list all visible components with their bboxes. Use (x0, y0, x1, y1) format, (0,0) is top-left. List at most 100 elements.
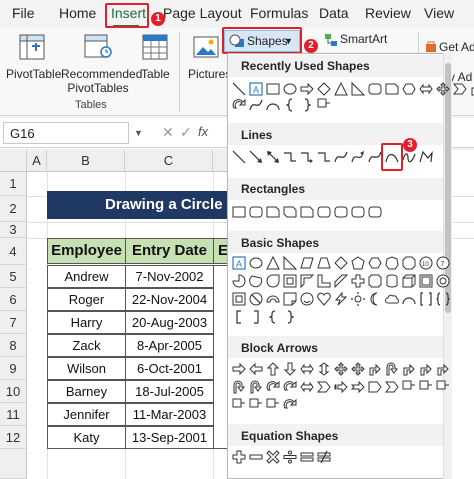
noteq-shape-icon[interactable] (316, 448, 331, 465)
row-header[interactable]: 10 (0, 380, 27, 403)
heart-shape-icon[interactable] (316, 290, 331, 307)
pivottable-button[interactable]: PivotTable (6, 32, 61, 92)
callout-shape-icon[interactable] (435, 378, 450, 395)
table-cell[interactable]: Wilson (47, 357, 126, 380)
larrow-shape-icon[interactable] (248, 360, 263, 377)
diagstripe-shape-icon[interactable] (333, 272, 348, 289)
row-header[interactable]: 2 (0, 196, 27, 222)
quad-shape-icon[interactable] (350, 360, 365, 377)
pentarrow-shape-icon[interactable] (367, 378, 382, 395)
bevel-shape-icon[interactable] (418, 272, 433, 289)
oval-shape-icon[interactable] (282, 80, 297, 97)
table-cell[interactable]: 7-Nov-2002 (125, 265, 214, 288)
bent-shape-icon[interactable] (435, 360, 450, 377)
quad-shape-icon[interactable] (333, 360, 348, 377)
uturn-shape-icon[interactable] (248, 378, 263, 395)
lbrace-shape-icon[interactable] (282, 96, 297, 113)
curve-shape-icon[interactable] (333, 148, 348, 165)
enter-icon[interactable]: ✓ (180, 124, 192, 141)
equal-shape-icon[interactable] (299, 448, 314, 465)
table-cell[interactable]: Andrew (47, 265, 126, 288)
callout-shape-icon[interactable] (231, 396, 246, 413)
tab-view[interactable]: View (424, 5, 454, 21)
curve-shape-icon[interactable] (248, 96, 263, 113)
snip-shape-icon[interactable] (265, 203, 280, 220)
arrow-shape-icon[interactable] (248, 148, 263, 165)
row-header[interactable]: 6 (0, 288, 27, 311)
snip2-shape-icon[interactable] (282, 203, 297, 220)
pent-shape-icon[interactable] (350, 254, 365, 271)
row-header[interactable]: 3 (0, 222, 27, 238)
diamond-shape-icon[interactable] (316, 80, 331, 97)
lshape-shape-icon[interactable] (316, 272, 331, 289)
div-shape-icon[interactable] (282, 448, 297, 465)
circarrow-shape-icon[interactable] (282, 378, 297, 395)
uturn-shape-icon[interactable] (384, 360, 399, 377)
donut-shape-icon[interactable] (435, 272, 450, 289)
plaque-shape-icon[interactable] (367, 272, 382, 289)
table-cell[interactable]: 11-Mar-2003 (125, 403, 214, 426)
row-header[interactable]: 9 (0, 357, 27, 380)
row-header[interactable]: 7 (0, 311, 27, 334)
snip-shape-icon[interactable] (384, 80, 399, 97)
para-shape-icon[interactable] (299, 254, 314, 271)
rbracket-shape-icon[interactable] (248, 308, 263, 325)
row-header[interactable]: 5 (0, 265, 27, 288)
rtri-shape-icon[interactable] (350, 80, 365, 97)
cloud-shape-icon[interactable] (384, 290, 399, 307)
table-cell[interactable]: 13-Sep-2001 (125, 426, 214, 449)
trap-shape-icon[interactable] (316, 254, 331, 271)
rbrace-shape-icon[interactable] (282, 308, 297, 325)
curve-shape-icon[interactable] (367, 148, 382, 165)
noSym-shape-icon[interactable] (248, 290, 263, 307)
chevron-shape-icon[interactable] (452, 80, 467, 97)
row-header[interactable]: 1 (0, 172, 27, 196)
rrect-shape-icon[interactable] (367, 80, 382, 97)
rect-shape-icon[interactable] (265, 80, 280, 97)
circle10-shape-icon[interactable]: 10 (418, 254, 433, 271)
text-shape-icon[interactable]: A (231, 254, 246, 271)
table-cell[interactable]: Zack (47, 334, 126, 357)
blockarc-shape-icon[interactable] (265, 290, 280, 307)
dblarrow-shape-icon[interactable] (265, 148, 280, 165)
frame-shape-icon[interactable] (282, 272, 297, 289)
chord-shape-icon[interactable] (248, 272, 263, 289)
elbow-shape-icon[interactable] (282, 148, 297, 165)
cancel-icon[interactable]: ✕ (162, 124, 174, 141)
moon-shape-icon[interactable] (367, 290, 382, 307)
bent-shape-icon[interactable] (418, 360, 433, 377)
circle7-shape-icon[interactable]: 7 (435, 254, 450, 271)
fold-shape-icon[interactable] (282, 290, 297, 307)
minus-shape-icon[interactable] (248, 448, 263, 465)
table-cell[interactable]: Barney (47, 380, 126, 403)
table-cell[interactable]: Harry (47, 311, 126, 334)
smiley-shape-icon[interactable] (299, 290, 314, 307)
bent-shape-icon[interactable] (367, 360, 382, 377)
plus-shape-icon[interactable] (231, 448, 246, 465)
table-cell[interactable]: Roger (47, 288, 126, 311)
callout-shape-icon[interactable] (316, 96, 331, 113)
frame-shape-icon[interactable] (231, 290, 246, 307)
table-cell[interactable]: 8-Apr-2005 (125, 334, 214, 357)
striped-shape-icon[interactable] (333, 378, 348, 395)
tri-shape-icon[interactable] (265, 254, 280, 271)
rrect-shape-icon[interactable] (367, 203, 382, 220)
lbracket-shape-icon[interactable] (231, 308, 246, 325)
line-shape-icon[interactable] (231, 148, 246, 165)
can-shape-icon[interactable] (384, 272, 399, 289)
tab-home[interactable]: Home (59, 5, 96, 21)
rect-shape-icon[interactable] (231, 203, 246, 220)
recommended-pivottables-button[interactable]: Recommended PivotTables (61, 32, 142, 95)
arcshape-shape-icon[interactable] (265, 96, 280, 113)
insert-function-icon[interactable]: fx (198, 124, 208, 139)
table-cell[interactable]: 20-Aug-2003 (125, 311, 214, 334)
uturn-shape-icon[interactable] (231, 378, 246, 395)
diamond-shape-icon[interactable] (333, 254, 348, 271)
rrect-shape-icon[interactable] (350, 203, 365, 220)
uarrow-shape-icon[interactable] (265, 360, 280, 377)
rbrace-shape-icon[interactable] (299, 96, 314, 113)
elbow-shape-icon[interactable] (316, 148, 331, 165)
callout-shape-icon[interactable] (248, 396, 263, 413)
name-box[interactable]: G16 (3, 122, 129, 144)
tab-formulas[interactable]: Formulas (250, 5, 308, 21)
